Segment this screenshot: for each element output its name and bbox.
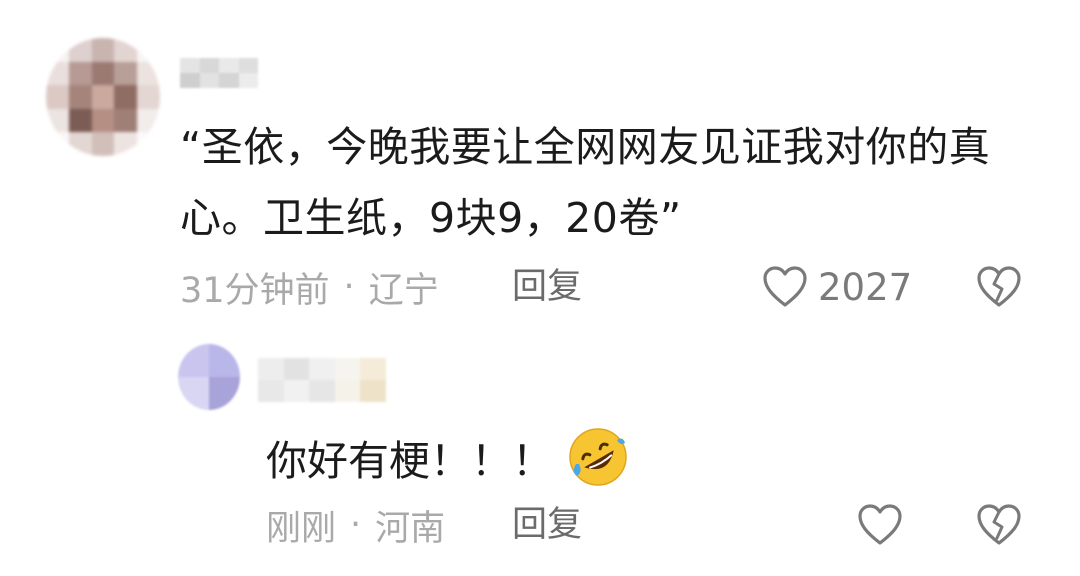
reply-reply-button[interactable]: 回复: [512, 500, 582, 550]
reply-like-button[interactable]: [856, 502, 904, 548]
username-blurred[interactable]: [180, 58, 258, 88]
dislike-button[interactable]: [975, 264, 1023, 310]
meta-separator: ·: [350, 505, 362, 545]
broken-heart-icon: [975, 502, 1023, 548]
avatar[interactable]: [46, 38, 160, 156]
reply-avatar[interactable]: [178, 344, 240, 410]
reply-text-row: 你好有梗！！！: [266, 422, 629, 492]
meta-separator: ·: [343, 267, 355, 307]
comment-meta: 31分钟前 · 辽宁: [180, 262, 439, 312]
comment-text: “圣依，今晚我要让全网网友见证我对你的真心。卫生纸，9块9，20卷”: [180, 123, 991, 242]
reply-text: 你好有梗！！！: [266, 437, 553, 485]
like-count: 2027: [818, 265, 913, 309]
broken-heart-icon: [975, 264, 1023, 310]
reply-dislike-button[interactable]: [975, 502, 1023, 548]
reply-meta: 刚刚 · 河南: [266, 500, 445, 550]
heart-outline-icon: [762, 265, 808, 309]
comment-location: 辽宁: [368, 270, 439, 311]
comment-time: 31分钟前: [180, 270, 330, 311]
like-button[interactable]: 2027: [762, 262, 912, 312]
heart-outline-icon: [856, 502, 904, 548]
reply-time: 刚刚: [266, 508, 337, 549]
reply-button[interactable]: 回复: [512, 262, 582, 312]
reply-location: 河南: [375, 508, 446, 549]
comment-thread: “圣依，今晚我要让全网网友见证我对你的真心。卫生纸，9块9，20卷” 31分钟前…: [0, 0, 1080, 576]
reply-username-blurred[interactable]: [258, 358, 386, 402]
rolling-on-floor-laughing-emoji: [567, 426, 629, 488]
